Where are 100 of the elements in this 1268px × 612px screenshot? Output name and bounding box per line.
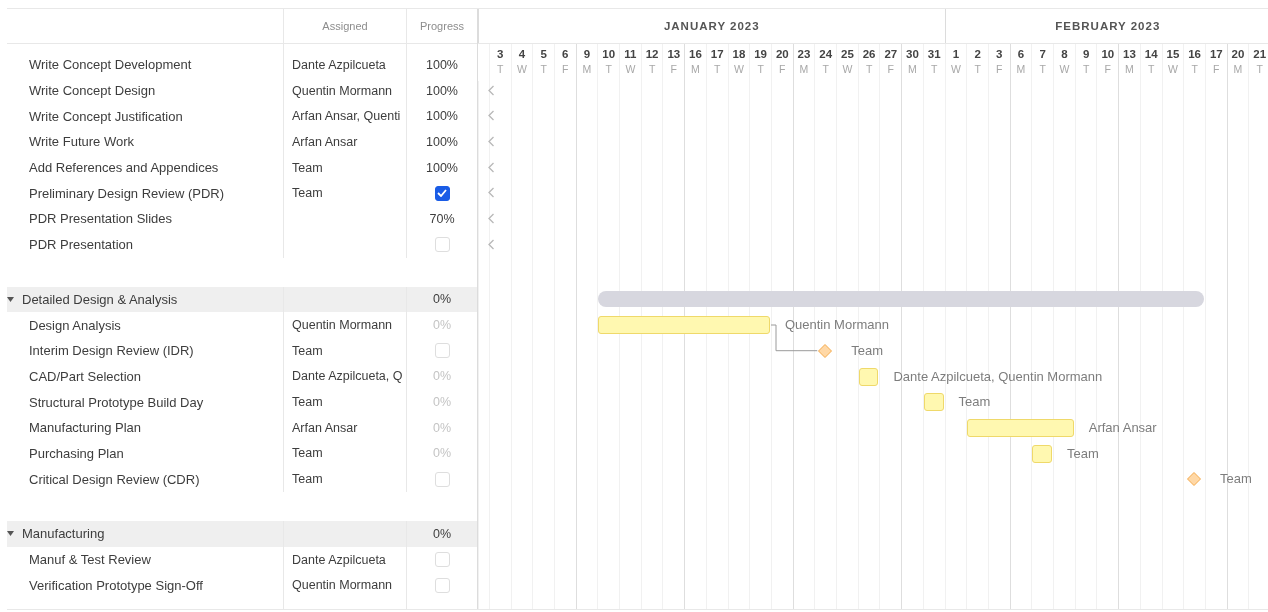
assignee: Quentin Mormann	[292, 578, 393, 593]
progress-value: 100%	[426, 160, 458, 175]
day-number: 26	[862, 48, 876, 60]
weekday-letter: W	[625, 63, 636, 75]
chevron-left-icon[interactable]	[487, 161, 495, 173]
progress-value: 0%	[432, 420, 452, 435]
column-header[interactable]: Assigned	[322, 20, 368, 32]
bar-label: Team	[851, 342, 883, 358]
progress-value: 0%	[432, 526, 452, 541]
checkbox[interactable]	[434, 185, 450, 201]
weekday-letter: M	[582, 63, 592, 75]
day-number: 11	[624, 48, 637, 60]
weekday-letter: M	[691, 63, 700, 75]
progress-value: 100%	[426, 134, 458, 149]
day-number: 20	[775, 48, 789, 60]
day-number: 10	[602, 48, 616, 60]
assignee: Arfan Ansar, Quenti	[292, 109, 401, 124]
weekday-letter: T	[1191, 63, 1198, 75]
chevron-left-icon[interactable]	[487, 84, 495, 96]
column-header[interactable]: Progress	[420, 20, 464, 32]
collapse-triangle-icon[interactable]	[7, 530, 14, 538]
bar-label: Team	[1067, 445, 1099, 461]
month-label: FEBRUARY 2023	[1055, 20, 1161, 32]
assignee: Team	[292, 343, 323, 358]
weekday-letter: W	[950, 63, 961, 75]
day-number: 3	[996, 48, 1003, 60]
summary-bar[interactable]	[598, 290, 1204, 307]
assignee: Team	[292, 446, 323, 461]
day-number: 4	[518, 48, 526, 60]
weekday-letter: T	[496, 63, 504, 75]
group-name: Manufacturing	[21, 526, 105, 542]
task-bar[interactable]	[598, 316, 770, 335]
progress-value: 100%	[426, 57, 458, 72]
weekday-letter: W	[516, 63, 527, 75]
weekday-letter: T	[930, 63, 938, 75]
weekday-letter: T	[648, 63, 656, 75]
assignee: Team	[292, 186, 323, 201]
task-name: Write Concept Design	[28, 83, 156, 99]
assignee: Arfan Ansar	[292, 420, 358, 435]
day-number: 1	[952, 48, 960, 60]
weekday-letter: T	[865, 63, 873, 75]
task-name: CAD/Part Selection	[28, 368, 141, 384]
day-number: 14	[1144, 48, 1158, 60]
chevron-left-icon[interactable]	[487, 238, 495, 250]
day-number: 17	[710, 48, 724, 60]
weekday-letter: T	[1147, 63, 1155, 75]
day-number: 23	[797, 48, 811, 60]
task-bar[interactable]	[858, 367, 879, 386]
assignee: Arfan Ansar	[292, 134, 358, 149]
weekday-letter: T	[713, 63, 721, 75]
task-name: Write Future Work	[28, 134, 134, 150]
weekday-letter: F	[779, 63, 786, 75]
chevron-left-icon[interactable]	[487, 213, 495, 225]
day-number: 10	[1101, 48, 1115, 60]
milestone-diamond-icon[interactable]	[817, 342, 834, 359]
weekday-letter: F	[996, 63, 1003, 75]
weekday-letter: M	[1233, 63, 1243, 75]
bar-label: Dante Azpilcueta, Quentin Mormann	[893, 368, 1103, 384]
weekday-letter: F	[1213, 63, 1220, 75]
chevron-left-icon[interactable]	[487, 110, 495, 122]
weekday-letter: W	[1167, 63, 1178, 75]
day-number: 9	[583, 48, 591, 60]
weekday-letter: W	[733, 63, 744, 75]
weekday-letter: F	[670, 63, 677, 75]
chevron-left-icon[interactable]	[487, 136, 495, 148]
day-number: 12	[645, 48, 659, 60]
day-number: 2	[974, 48, 981, 60]
task-bar[interactable]	[967, 418, 1074, 437]
assignee: Team	[292, 395, 323, 410]
weekday-letter: F	[1104, 63, 1111, 75]
bar-label: Team	[1220, 471, 1252, 487]
weekday-letter: M	[1016, 63, 1026, 75]
day-number: 7	[1039, 48, 1046, 60]
progress-value: 0%	[432, 318, 452, 333]
progress-value: 70%	[429, 211, 455, 226]
weekday-letter: W	[1059, 63, 1070, 75]
day-number: 18	[732, 48, 746, 60]
collapse-triangle-icon[interactable]	[7, 295, 14, 303]
task-bar[interactable]	[1032, 444, 1053, 463]
day-number: 24	[819, 48, 833, 60]
assignee: Team	[292, 472, 323, 487]
group-name: Detailed Design & Analysis	[21, 291, 178, 307]
assignee: Dante Azpilcueta	[292, 57, 386, 72]
day-number: 27	[884, 48, 898, 60]
bar-label: Team	[958, 394, 991, 410]
day-number: 6	[562, 48, 569, 60]
task-name: Preliminary Design Review (PDR)	[28, 185, 225, 201]
day-number: 20	[1231, 48, 1245, 60]
chevron-left-icon[interactable]	[487, 187, 495, 199]
task-name: Manuf & Test Review	[28, 552, 151, 568]
task-name: Interim Design Review (IDR)	[28, 343, 194, 359]
day-number: 16	[1188, 48, 1201, 60]
day-number: 13	[667, 48, 681, 60]
milestone-diamond-icon[interactable]	[1186, 471, 1203, 488]
task-name: Structural Prototype Build Day	[28, 394, 204, 410]
weekday-letter: T	[974, 63, 981, 75]
progress-value: 100%	[426, 83, 458, 98]
weekday-letter: F	[887, 63, 894, 75]
task-bar[interactable]	[923, 393, 944, 412]
day-number: 3	[497, 48, 504, 60]
